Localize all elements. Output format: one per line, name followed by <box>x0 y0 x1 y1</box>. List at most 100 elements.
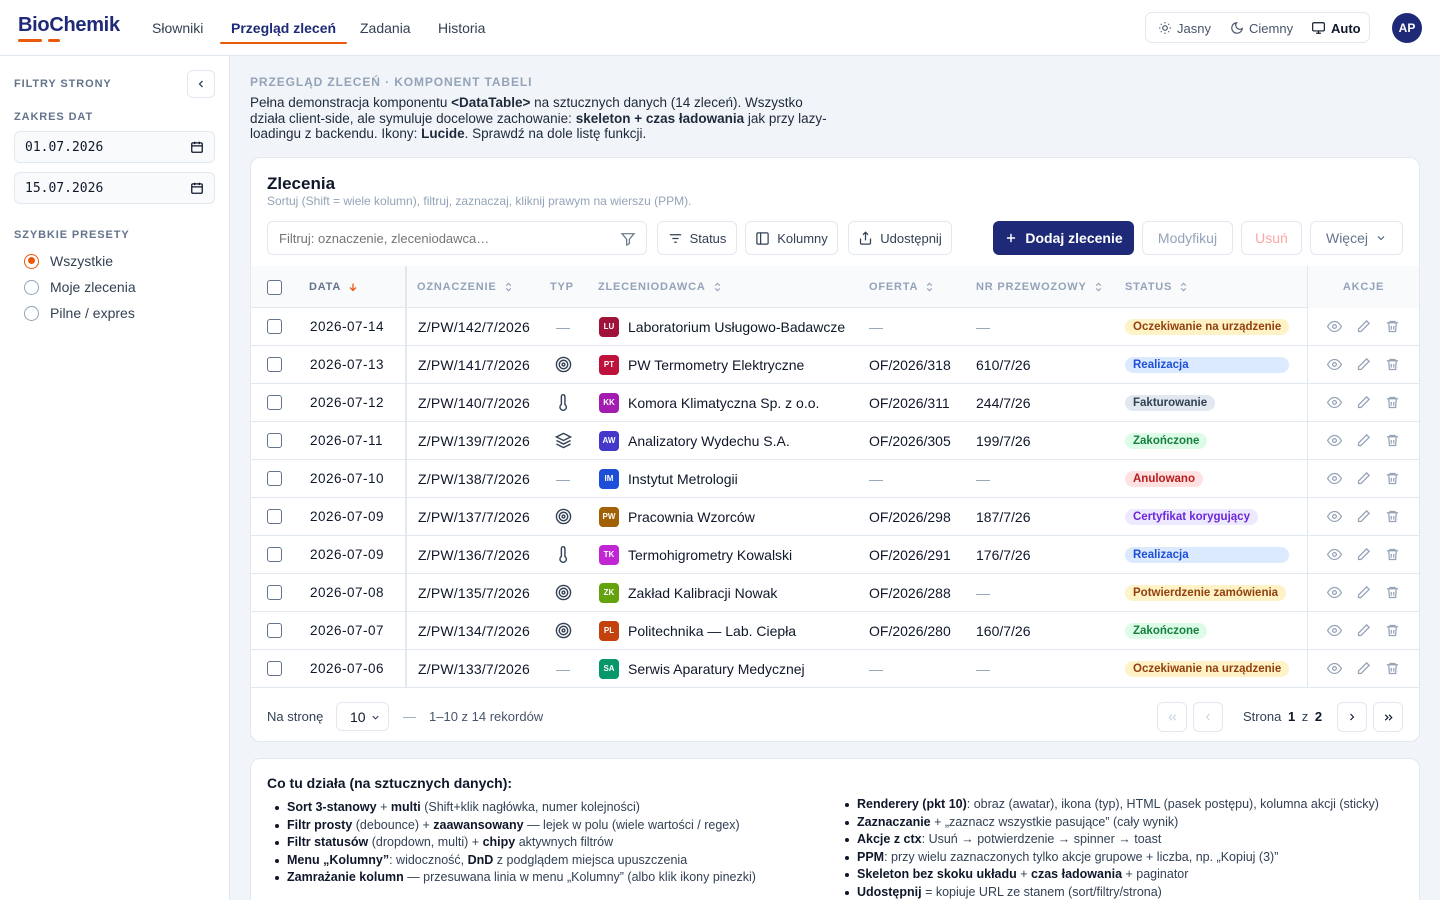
column-header-type[interactable]: TYP <box>550 266 574 308</box>
first-page-button[interactable] <box>1157 702 1187 732</box>
theme-auto-button[interactable]: Auto <box>1305 17 1367 39</box>
row-checkbox[interactable] <box>267 509 282 524</box>
column-header-offer[interactable]: OFERTA <box>869 266 935 308</box>
row-checkbox[interactable] <box>267 547 282 562</box>
trash-icon[interactable] <box>1385 547 1400 562</box>
column-header-date[interactable]: DATA <box>309 266 359 308</box>
row-checkbox[interactable] <box>267 585 282 600</box>
trash-icon[interactable] <box>1385 509 1400 524</box>
nav-item-historia[interactable]: Historia <box>427 0 496 56</box>
table-row[interactable]: 2026-07-09 Z/PW/137/7/2026 PW Pracownia Wzo… <box>251 498 1419 536</box>
add-order-button[interactable]: Dodaj zlecenie <box>993 221 1134 255</box>
pencil-icon[interactable] <box>1356 585 1371 600</box>
nav-item-przeglad-zlecen[interactable]: Przegląd zleceń <box>220 0 348 56</box>
table-row[interactable]: 2026-07-08 Z/PW/135/7/2026 ZK Zakład Kalibr… <box>251 574 1419 612</box>
status-filter-button[interactable]: Status <box>657 221 737 255</box>
row-checkbox[interactable] <box>267 395 282 410</box>
row-checkbox[interactable] <box>267 319 282 334</box>
pencil-icon[interactable] <box>1356 509 1371 524</box>
preset-urgent[interactable]: Pilne / expres <box>24 305 135 321</box>
filter-input[interactable] <box>268 222 598 254</box>
radio-button[interactable] <box>24 305 39 321</box>
app-logo[interactable]: BioChemik <box>18 14 120 37</box>
trash-icon[interactable] <box>1385 585 1400 600</box>
trash-icon[interactable] <box>1385 471 1400 486</box>
cell-offer: OF/2026/288 <box>869 584 951 601</box>
next-page-button[interactable] <box>1337 702 1367 732</box>
share-button[interactable]: Udostępnij <box>848 221 952 255</box>
trash-icon[interactable] <box>1385 623 1400 638</box>
table-row[interactable]: 2026-07-11 Z/PW/139/7/2026 AW Analizatory W… <box>251 422 1419 460</box>
column-header-status[interactable]: STATUS <box>1125 266 1189 308</box>
eye-icon[interactable] <box>1327 433 1342 448</box>
row-checkbox[interactable] <box>267 623 282 638</box>
date-from-input[interactable]: 01.07.2026 <box>14 131 215 163</box>
trash-icon[interactable] <box>1385 319 1400 334</box>
nav-item-zadania[interactable]: Zadania <box>349 0 422 56</box>
pencil-icon[interactable] <box>1356 357 1371 372</box>
pencil-icon[interactable] <box>1356 319 1371 334</box>
date-to-input[interactable]: 15.07.2026 <box>14 172 215 204</box>
pencil-icon[interactable] <box>1356 661 1371 676</box>
column-header-transport[interactable]: NR PRZEWOZOWY <box>976 266 1104 308</box>
eye-icon[interactable] <box>1327 395 1342 410</box>
last-page-button[interactable] <box>1373 702 1403 732</box>
pencil-icon[interactable] <box>1356 395 1371 410</box>
eye-icon[interactable] <box>1327 509 1342 524</box>
calendar-icon[interactable] <box>190 181 204 195</box>
radio-button[interactable] <box>24 279 39 295</box>
calendar-icon[interactable] <box>190 140 204 154</box>
user-avatar[interactable]: AP <box>1392 13 1422 43</box>
table-row[interactable]: 2026-07-14 Z/PW/142/7/2026 — LU Laboratorium… <box>251 308 1419 346</box>
eye-icon[interactable] <box>1327 661 1342 676</box>
collapse-sidebar-button[interactable] <box>187 70 215 98</box>
more-button[interactable]: Więcej <box>1310 221 1403 255</box>
client-name: Politechnika — Lab. Ciepła <box>628 622 797 639</box>
radio-button[interactable] <box>24 253 39 269</box>
cell-client: PT PW Termometry Elektryczne <box>599 346 804 383</box>
cell-client: SA Serwis Aparatury Medycznej <box>599 650 805 687</box>
row-checkbox[interactable] <box>267 661 282 676</box>
features-title: Co tu działa (na sztucznych danych): <box>267 775 513 791</box>
table-row[interactable]: 2026-07-10 Z/PW/138/7/2026 — IM Instytut Met… <box>251 460 1419 498</box>
pencil-icon[interactable] <box>1356 471 1371 486</box>
theme-light-button[interactable]: Jasny <box>1152 17 1217 39</box>
select-all-checkbox[interactable] <box>267 279 282 295</box>
pencil-icon[interactable] <box>1356 623 1371 638</box>
nav-item-slowniki[interactable]: Słowniki <box>141 0 214 56</box>
eye-icon[interactable] <box>1327 357 1342 372</box>
table-row[interactable]: 2026-07-13 Z/PW/141/7/2026 PT PW Termometry… <box>251 346 1419 384</box>
row-select-cell <box>267 422 282 459</box>
chevron-right-icon <box>1350 713 1355 721</box>
modify-button[interactable]: Modyfikuj <box>1142 221 1233 255</box>
pencil-icon[interactable] <box>1356 433 1371 448</box>
trash-icon[interactable] <box>1385 661 1400 676</box>
preset-all[interactable]: Wszystkie <box>24 253 113 269</box>
delete-button[interactable]: Usuń <box>1241 221 1302 255</box>
per-page-select[interactable]: 10 <box>336 702 389 731</box>
eye-icon[interactable] <box>1327 471 1342 486</box>
row-checkbox[interactable] <box>267 433 282 448</box>
table-row[interactable]: 2026-07-12 Z/PW/140/7/2026 KK Komora Klimat… <box>251 384 1419 422</box>
row-checkbox[interactable] <box>267 471 282 486</box>
column-header-code[interactable]: OZNACZENIE <box>417 266 514 308</box>
trash-icon[interactable] <box>1385 395 1400 410</box>
table-row[interactable]: 2026-07-09 Z/PW/136/7/2026 TK Termohigromet… <box>251 536 1419 574</box>
funnel-icon[interactable] <box>620 231 636 247</box>
eye-icon[interactable] <box>1327 547 1342 562</box>
eye-icon[interactable] <box>1327 623 1342 638</box>
preset-mine[interactable]: Moje zlecenia <box>24 279 136 295</box>
pencil-icon[interactable] <box>1356 547 1371 562</box>
chevrons-right-icon <box>1384 713 1393 721</box>
table-row[interactable]: 2026-07-07 Z/PW/134/7/2026 PL Politechnika … <box>251 612 1419 650</box>
row-checkbox[interactable] <box>267 357 282 372</box>
theme-dark-button[interactable]: Ciemny <box>1224 17 1299 39</box>
prev-page-button[interactable] <box>1193 702 1223 732</box>
trash-icon[interactable] <box>1385 433 1400 448</box>
columns-button[interactable]: Kolumny <box>745 221 838 255</box>
column-header-client[interactable]: ZLECENIODAWCA <box>598 266 723 308</box>
table-row[interactable]: 2026-07-06 Z/PW/133/7/2026 — SA Serwis Apara… <box>251 650 1419 688</box>
eye-icon[interactable] <box>1327 585 1342 600</box>
eye-icon[interactable] <box>1327 319 1342 334</box>
trash-icon[interactable] <box>1385 357 1400 372</box>
